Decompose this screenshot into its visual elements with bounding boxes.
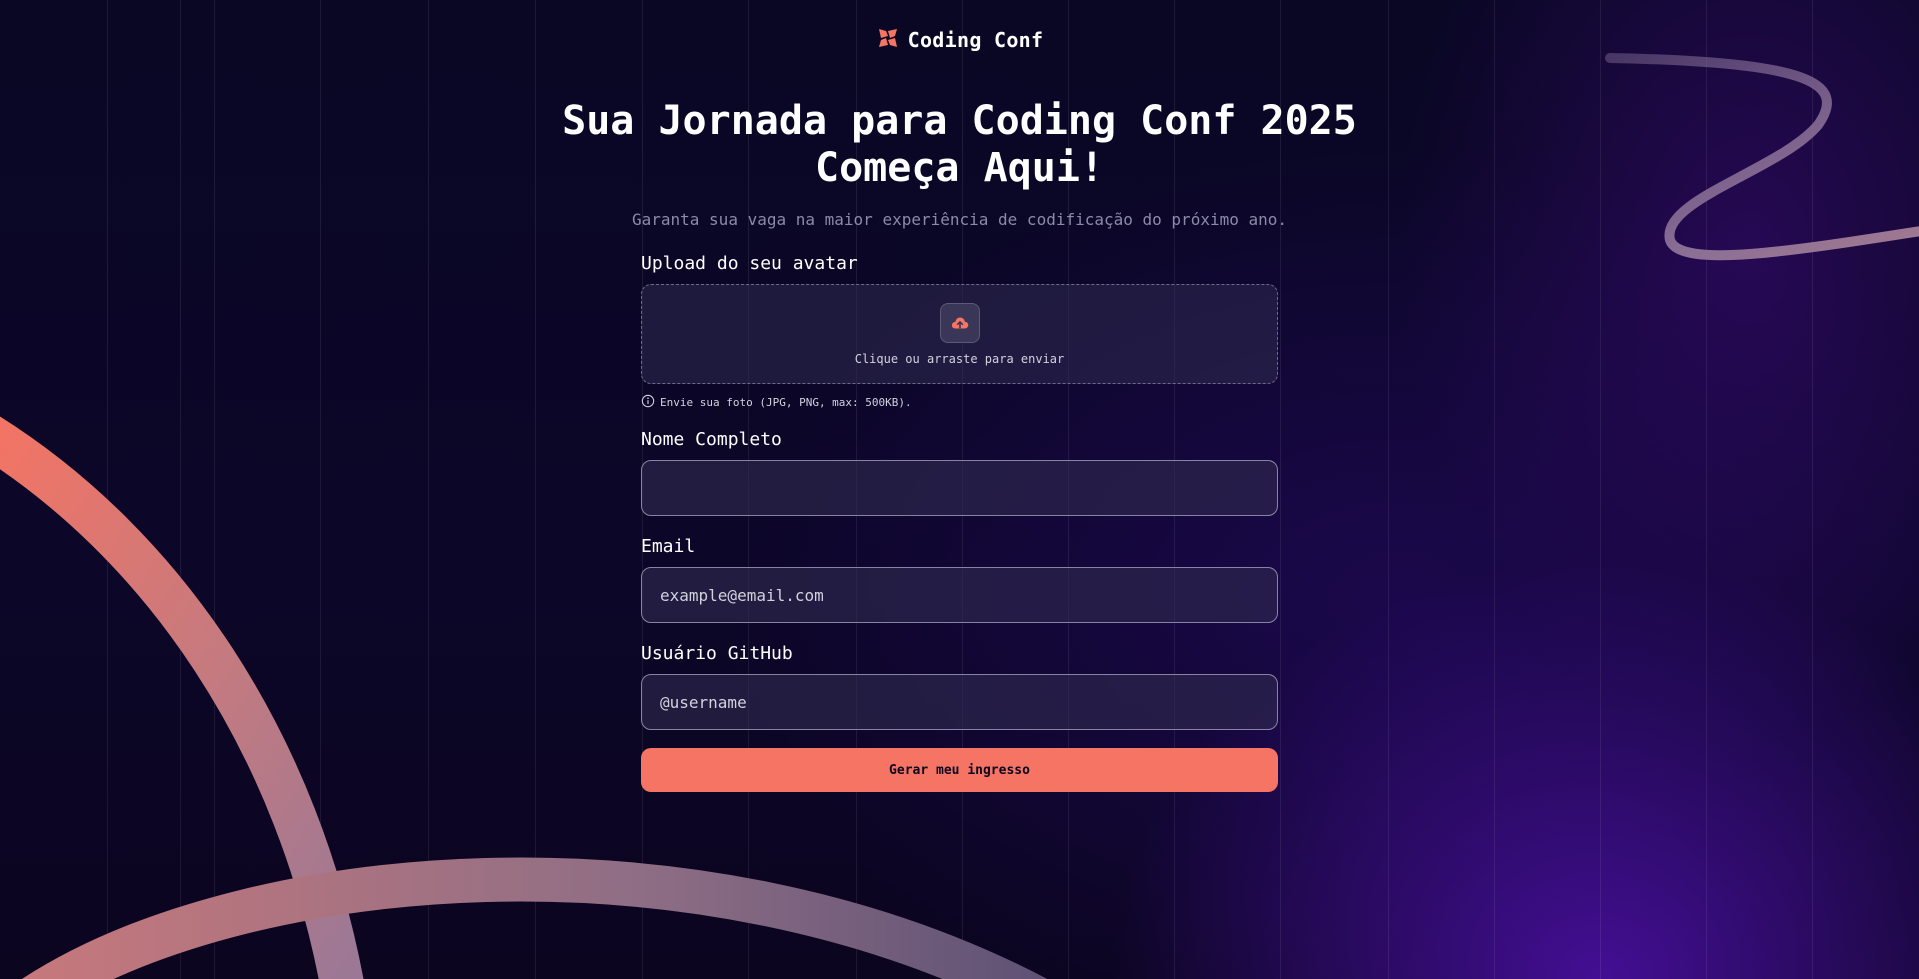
full-name-label: Nome Completo: [641, 429, 782, 450]
logo[interactable]: Coding Conf: [876, 26, 1044, 54]
github-username-input[interactable]: [641, 674, 1278, 730]
page: Coding Conf Sua Jornada para Coding Conf…: [0, 0, 1919, 979]
logo-text: Coding Conf: [907, 28, 1044, 52]
upload-cloud-icon: [939, 302, 980, 343]
github-label: Usuário GitHub: [641, 643, 793, 664]
avatar-dropzone[interactable]: Clique ou arraste para enviar: [641, 284, 1278, 384]
email-input[interactable]: [641, 567, 1278, 623]
email-field: Email: [641, 536, 1278, 623]
registration-form: Upload do seu avatar Clique ou arraste p…: [641, 253, 1278, 792]
avatar-field: Upload do seu avatar Clique ou arraste p…: [641, 253, 1278, 411]
full-name-input[interactable]: [641, 460, 1278, 516]
generate-ticket-button[interactable]: Gerar meu ingresso: [641, 748, 1278, 792]
full-name-field: Nome Completo: [641, 429, 1278, 516]
avatar-hint-text: Envie sua foto (JPG, PNG, max: 500KB).: [660, 396, 912, 409]
avatar-hint: Envie sua foto (JPG, PNG, max: 500KB).: [641, 394, 1278, 411]
github-field: Usuário GitHub: [641, 643, 1278, 730]
avatar-label: Upload do seu avatar: [641, 253, 858, 274]
page-title: Sua Jornada para Coding Conf 2025 Começa…: [562, 98, 1357, 191]
page-subtitle: Garanta sua vaga na maior experiência de…: [631, 210, 1288, 229]
coding-conf-logo-icon: [876, 26, 900, 54]
dropzone-text: Clique ou arraste para enviar: [854, 351, 1065, 366]
info-icon: [641, 394, 655, 411]
email-label: Email: [641, 536, 696, 557]
